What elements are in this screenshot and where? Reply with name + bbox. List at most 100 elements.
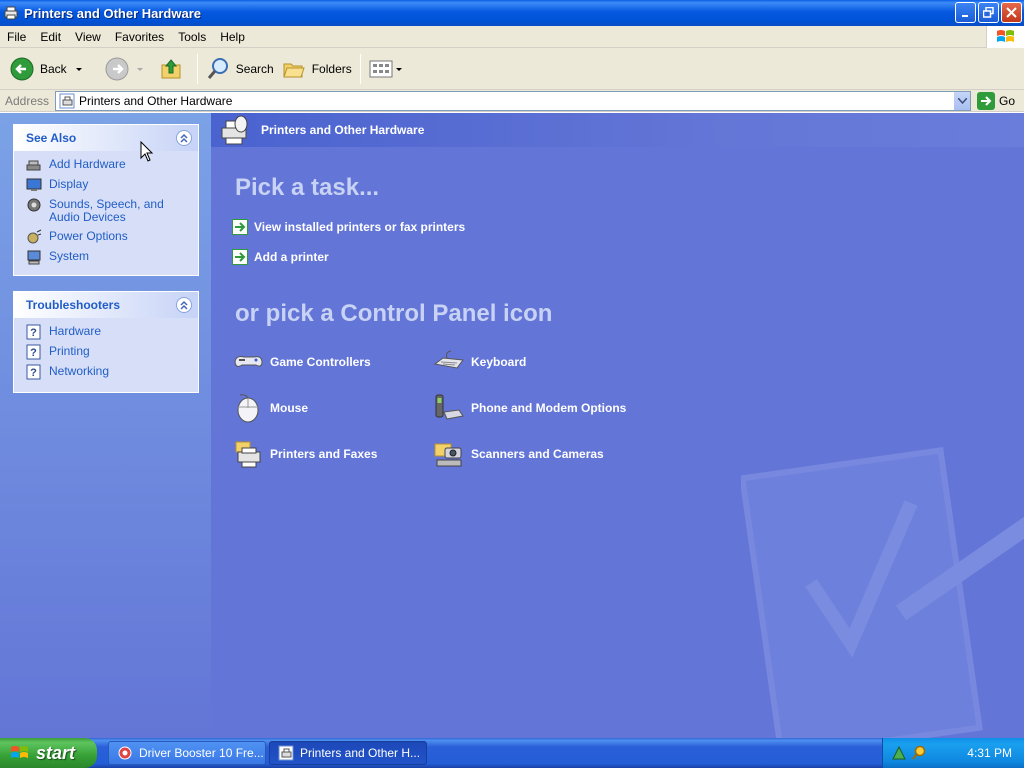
close-button[interactable] [1001,2,1022,23]
menu-view[interactable]: View [68,30,108,44]
collapse-button[interactable] [176,297,192,313]
taskbar-task-driver-booster[interactable]: Driver Booster 10 Fre... [108,741,266,765]
address-field[interactable]: Printers and Other Hardware [55,90,972,111]
cp-game-controllers[interactable]: Game Controllers [232,346,371,378]
troubleshooter-label: Hardware [49,324,102,338]
troubleshooter-printing[interactable]: ? Printing [26,344,198,364]
address-label: Address [5,93,50,108]
search-icon[interactable] [911,745,927,761]
cp-label: Scanners and Cameras [471,447,604,461]
see-also-power-options[interactable]: Power Options [26,229,198,249]
collapse-button[interactable] [176,130,192,146]
toolbar-separator [359,53,361,84]
go-label: Go [999,93,1016,108]
troubleshooter-hardware[interactable]: ? Hardware [26,324,198,344]
cp-phone-modem[interactable]: Phone and Modem Options [433,392,626,424]
cp-mouse[interactable]: Mouse [232,392,308,424]
menu-tools[interactable]: Tools [171,30,213,44]
menu-edit[interactable]: Edit [33,30,68,44]
troubleshooter-networking[interactable]: ? Networking [26,364,198,384]
see-also-label: Power Options [49,229,128,243]
start-button[interactable]: start [0,738,97,768]
pick-icon-heading: or pick a Control Panel icon [235,300,553,327]
see-also-add-hardware[interactable]: Add Hardware [26,157,198,177]
minimize-button[interactable] [955,2,976,23]
clock[interactable]: 4:31 PM [967,746,1012,760]
start-label: start [36,742,76,763]
see-also-label: Add Hardware [49,157,126,171]
back-button[interactable]: Back [6,52,95,86]
menu-favorites[interactable]: Favorites [108,30,171,44]
close-icon [1006,7,1017,18]
keyboard-icon [433,350,464,369]
power-options-icon [27,229,42,244]
address-dropdown-button[interactable] [953,91,971,110]
add-hardware-icon [26,160,41,171]
views-icon [369,60,393,77]
help-icon: ? [26,324,41,340]
forward-arrow-icon [105,57,129,80]
cp-keyboard[interactable]: Keyboard [433,346,526,378]
taskbar-task-printers[interactable]: Printers and Other H... [269,741,427,765]
up-folder-icon [161,58,181,78]
forward-button[interactable] [101,52,155,86]
cp-scanners-cameras[interactable]: Scanners and Cameras [433,438,604,470]
minimize-icon [961,14,968,17]
task-arrow-icon [232,219,248,235]
task-add-printer[interactable]: Add a printer [232,249,329,265]
task-arrow-icon [232,249,248,265]
folders-button[interactable]: Folders [278,52,356,86]
menu-file[interactable]: File [0,30,33,44]
network-icon[interactable] [891,745,907,761]
cp-label: Phone and Modem Options [471,401,627,415]
see-also-label: Display [49,177,89,191]
task-pane: See Also Add Hardware Display Sounds, Sp… [0,113,211,738]
cp-printers-faxes[interactable]: Printers and Faxes [232,438,377,470]
svg-text:?: ? [30,367,37,379]
checkmark-watermark-icon [741,447,1024,738]
see-also-title: See Also [26,131,77,145]
svg-text:?: ? [30,347,37,359]
chevron-down-icon [957,97,967,104]
chevron-down-icon[interactable] [73,64,85,74]
menu-help[interactable]: Help [213,30,252,44]
help-icon: ? [26,344,41,360]
window-app-icon[interactable] [3,5,19,21]
search-button[interactable]: Search [202,52,278,86]
go-arrow-icon [977,91,996,110]
mouse-cursor-icon [140,141,154,162]
mouse-icon [237,394,259,423]
chevron-down-icon[interactable] [135,64,145,74]
pick-task-heading: Pick a task... [235,174,380,201]
chevron-down-icon [395,67,402,71]
search-icon [207,57,228,79]
title-bar: Printers and Other Hardware [0,0,1024,26]
views-button[interactable] [365,52,413,86]
content-header: Printers and Other Hardware [211,113,1024,147]
help-icon: ? [26,364,41,380]
cp-label: Mouse [270,401,309,415]
toolbar: Back Search Folders [0,48,1024,90]
address-value: Printers and Other Hardware [79,93,233,108]
restore-button[interactable] [978,2,999,23]
restore-icon [983,7,994,18]
see-also-panel: See Also Add Hardware Display Sounds, Sp… [13,124,199,276]
up-folder-button[interactable] [155,52,193,86]
folders-icon [283,63,305,77]
see-also-header[interactable]: See Also [14,125,198,151]
toolbar-separator [196,53,198,84]
see-also-system[interactable]: System [26,249,198,269]
printer-icon [235,441,261,468]
search-label: Search [235,61,274,76]
task-view-printers[interactable]: View installed printers or fax printers [232,219,465,235]
see-also-sounds[interactable]: Sounds, Speech, and Audio Devices [26,197,198,229]
chevron-up-icon [180,300,188,310]
printer-hardware-icon [59,93,75,108]
troubleshooters-header[interactable]: Troubleshooters [14,292,198,318]
see-also-display[interactable]: Display [26,177,198,197]
troubleshooter-label: Printing [49,344,90,358]
go-button[interactable]: Go [977,91,1016,110]
back-arrow-icon [10,57,34,80]
taskbar-task-label: Printers and Other H... [300,746,421,760]
svg-text:?: ? [30,327,37,339]
